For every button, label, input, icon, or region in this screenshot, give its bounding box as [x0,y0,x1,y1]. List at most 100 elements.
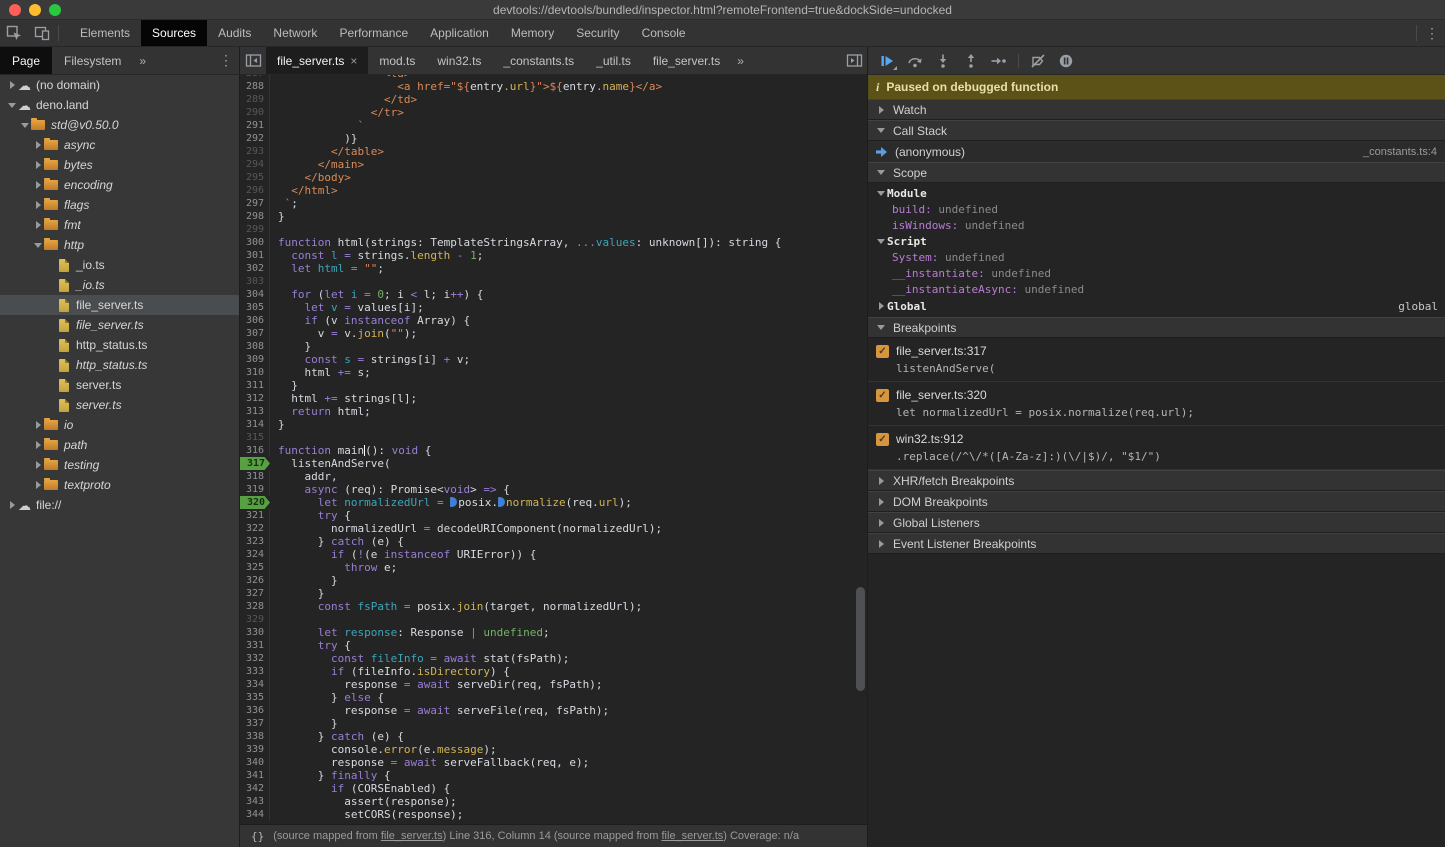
code-text[interactable]: </main> [270,158,364,171]
code-text[interactable]: } else { [270,691,384,704]
section-dom-breakpoints[interactable]: DOM Breakpoints [868,491,1445,512]
disclosure-down-icon[interactable] [32,243,44,248]
tree-item-http-status-ts[interactable]: http_status.ts [0,335,239,355]
section-global-listeners[interactable]: Global Listeners [868,512,1445,533]
code-text[interactable]: if (v instanceof Array) { [270,314,470,327]
code-text[interactable]: response = await serveFile(req, fsPath); [270,704,609,717]
line-number[interactable]: 316 [240,444,270,457]
line-number[interactable]: 303 [240,275,270,288]
code-text[interactable]: normalizedUrl = decodeURIComponent(norma… [270,522,662,535]
tree-item-bytes[interactable]: bytes [0,155,239,175]
editor-tab-mod-ts[interactable]: mod.ts [368,47,426,74]
code-text[interactable]: function html(strings: TemplateStringsAr… [270,236,781,249]
tree-item-flags[interactable]: flags [0,195,239,215]
code-text[interactable]: if (!(e instanceof URIError)) { [270,548,536,561]
code-text[interactable]: addr, [270,470,338,483]
code-text[interactable]: v = v.join(""); [270,327,417,340]
tree-item-std-v0-50-0[interactable]: std@v0.50.0 [0,115,239,135]
breakpoint-checkbox[interactable]: ✓ [876,433,889,446]
section-scope[interactable]: Scope [868,162,1445,183]
line-number[interactable]: 330 [240,626,270,639]
tree-item-http-status-ts[interactable]: http_status.ts [0,355,239,375]
code-text[interactable]: } catch (e) { [270,730,404,743]
code-text[interactable]: } [270,587,324,600]
line-number[interactable]: 299 [240,223,270,236]
code-text[interactable]: ` [270,119,364,132]
tab-network[interactable]: Network [262,20,328,46]
editor-tab-file_server-ts[interactable]: file_server.ts× [266,47,368,74]
line-number[interactable]: 341 [240,769,270,782]
navigator-tab-filesystem[interactable]: Filesystem [52,47,133,74]
step-out-button[interactable] [958,49,984,73]
code-text[interactable]: </table> [270,145,384,158]
show-debugger-panel-icon[interactable] [841,47,867,74]
code-text[interactable]: </body> [270,171,351,184]
disclosure-right-icon[interactable] [32,461,44,469]
line-number[interactable]: 298 [240,210,270,223]
tree-item--io-ts[interactable]: _io.ts [0,275,239,295]
tree-item-fmt[interactable]: fmt [0,215,239,235]
editor-tab-win32-ts[interactable]: win32.ts [426,47,492,74]
line-number[interactable]: 291 [240,119,270,132]
line-number[interactable]: 314 [240,418,270,431]
code-text[interactable]: <a href="${entry.url}">${entry.name}</a> [270,80,662,93]
line-number[interactable]: 342 [240,782,270,795]
resume-script-button[interactable] [874,49,900,73]
code-text[interactable]: html += s; [270,366,371,379]
line-number[interactable]: 300 [240,236,270,249]
editor-tab-file_server-ts[interactable]: file_server.ts [642,47,731,74]
tree-item-file-server-ts[interactable]: file_server.ts [0,295,239,315]
navigator-overflow-icon[interactable]: » [133,47,152,74]
breakpoint-checkbox[interactable]: ✓ [876,345,889,358]
disclosure-right-icon[interactable] [32,141,44,149]
section-watch[interactable]: Watch [868,99,1445,120]
line-number[interactable]: 305 [240,301,270,314]
code-area[interactable]: 287 <td>288 <a href="${entry.url}">${ent… [240,75,867,824]
scope-section-module[interactable]: Module [868,185,1445,201]
code-text[interactable]: try { [270,639,351,652]
tree-item-async[interactable]: async [0,135,239,155]
tab-application[interactable]: Application [419,20,500,46]
disclosure-right-icon[interactable] [32,181,44,189]
section-call-stack[interactable]: Call Stack [868,120,1445,141]
code-text[interactable] [270,613,278,626]
tab-memory[interactable]: Memory [500,20,565,46]
device-toolbar-icon[interactable] [28,20,56,46]
line-number[interactable]: 324 [240,548,270,561]
code-text[interactable]: const l = strings.length - 1; [270,249,483,262]
line-number[interactable]: 326 [240,574,270,587]
line-number[interactable]: 312 [240,392,270,405]
pause-on-exceptions-icon[interactable] [1053,49,1079,73]
scope-section-script[interactable]: Script [868,233,1445,249]
line-number[interactable]: 310 [240,366,270,379]
inspect-element-icon[interactable] [0,20,28,46]
scope-property[interactable]: build: undefined [868,201,1445,217]
code-text[interactable]: const fsPath = posix.join(target, normal… [270,600,642,613]
code-text[interactable]: setCORS(response); [270,808,463,821]
line-number[interactable]: 339 [240,743,270,756]
tree-item-textproto[interactable]: textproto [0,475,239,495]
code-text[interactable]: } catch (e) { [270,535,404,548]
inline-breakpoint-marker[interactable] [450,497,457,507]
code-text[interactable]: let normalizedUrl = posix.normalize(req.… [270,496,632,509]
breakpoint-gutter-marker[interactable]: 317 [240,457,270,470]
navigator-menu-icon[interactable]: ⋮ [213,47,239,74]
line-number[interactable]: 334 [240,678,270,691]
line-number[interactable]: 288 [240,80,270,93]
section-breakpoints[interactable]: Breakpoints [868,317,1445,338]
line-number[interactable]: 328 [240,600,270,613]
step-over-button[interactable] [902,49,928,73]
code-text[interactable]: let response: Response | undefined; [270,626,550,639]
line-number[interactable]: 313 [240,405,270,418]
disclosure-right-icon[interactable] [6,81,18,89]
line-number[interactable]: 325 [240,561,270,574]
disclosure-right-icon[interactable] [32,161,44,169]
line-number[interactable]: 344 [240,808,270,821]
tab-performance[interactable]: Performance [328,20,419,46]
code-text[interactable]: function main(): void { [270,444,431,457]
code-text[interactable] [270,275,278,288]
tree-item-server-ts[interactable]: server.ts [0,375,239,395]
close-tab-icon[interactable]: × [350,54,357,68]
line-number[interactable]: 329 [240,613,270,626]
code-text[interactable]: const fileInfo = await stat(fsPath); [270,652,569,665]
